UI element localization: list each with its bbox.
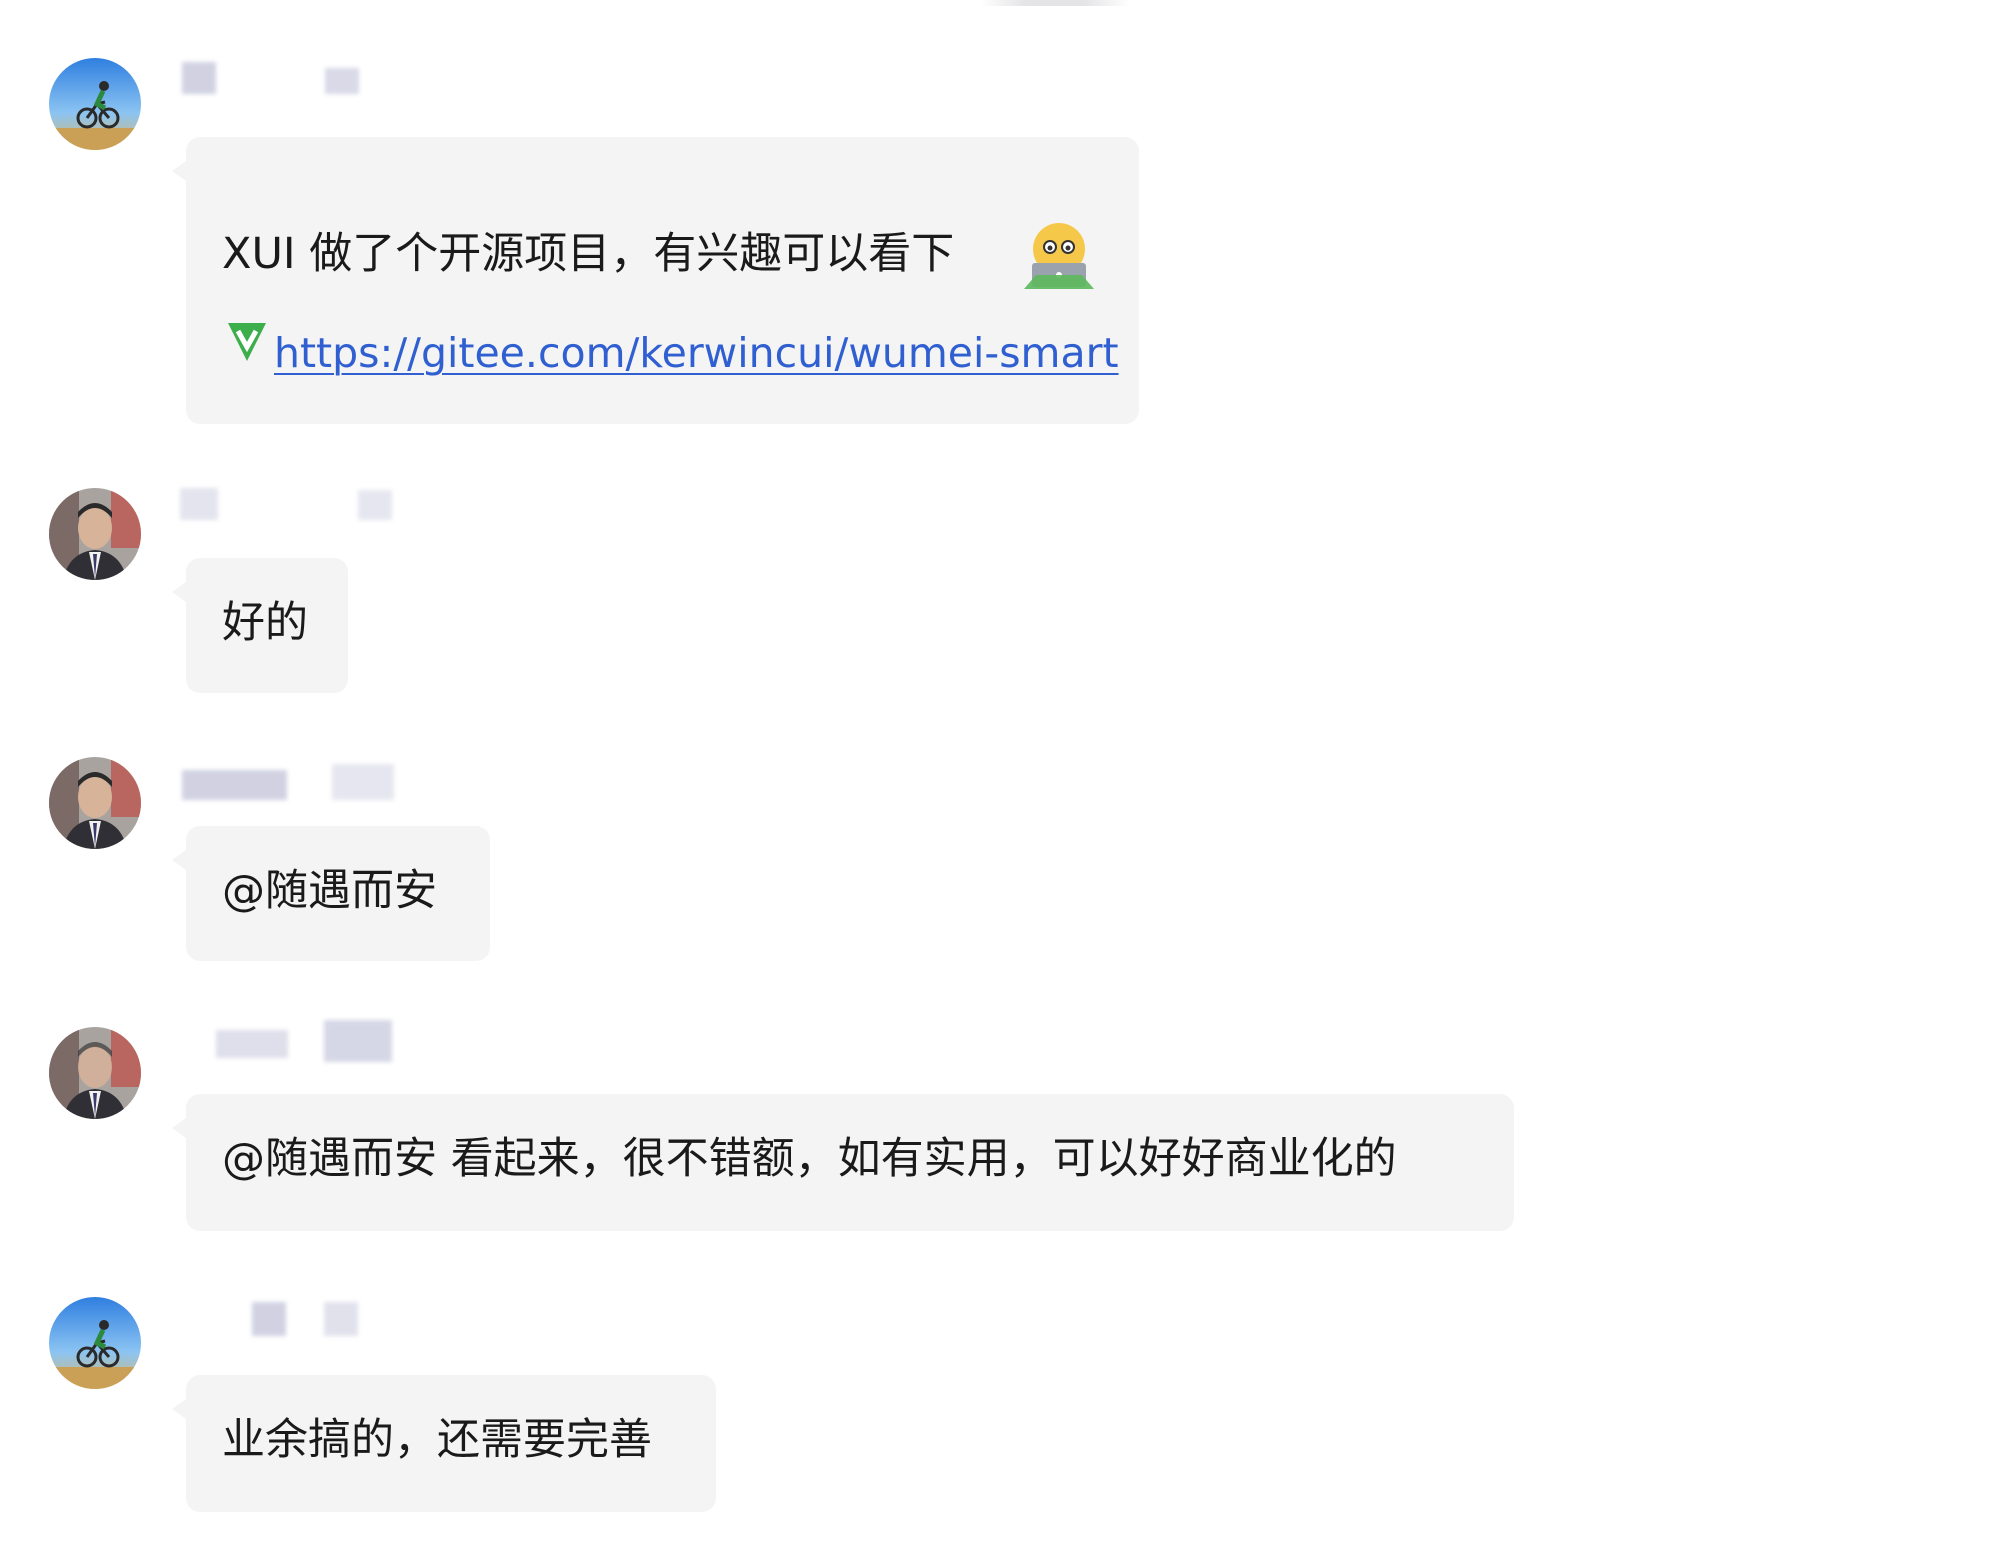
redacted-name (180, 488, 218, 520)
message-bubble[interactable]: @随遇而安 (172, 826, 490, 961)
redacted-name (325, 68, 359, 94)
cyclist-avatar-icon[interactable] (49, 1297, 141, 1389)
laptop-emoji-icon (1024, 223, 1094, 289)
chat-thread: XUI 做了个开源项目，有兴趣可以看下 https://gitee.com/ke… (0, 0, 2000, 1546)
man-portrait-avatar-icon[interactable] (49, 1027, 141, 1119)
redacted-name (252, 1302, 286, 1336)
man-portrait-avatar-icon[interactable] (49, 488, 141, 580)
redacted-name (332, 764, 394, 800)
message-text: @随遇而安 (222, 866, 437, 916)
redacted-name (324, 1302, 358, 1336)
message-text: @随遇而安 看起来，很不错额，如有实用，可以好好商业化的 (222, 1134, 1397, 1184)
message-bubble[interactable]: XUI 做了个开源项目，有兴趣可以看下 https://gitee.com/ke… (172, 137, 1139, 424)
redacted-name (358, 490, 392, 520)
message-text: 好的 (222, 598, 308, 648)
cyclist-avatar-icon[interactable] (49, 58, 141, 150)
redacted-name (324, 1020, 392, 1062)
scroll-fade (980, 0, 1130, 6)
gitee-icon (228, 323, 266, 361)
redacted-name (216, 1030, 288, 1058)
message-bubble[interactable]: 好的 (172, 558, 348, 693)
message-bubble[interactable]: @随遇而安 看起来，很不错额，如有实用，可以好好商业化的 (172, 1094, 1514, 1231)
man-portrait-avatar-icon[interactable] (49, 757, 141, 849)
message-text: 业余搞的，还需要完善 (222, 1415, 652, 1465)
message-text: XUI 做了个开源项目，有兴趣可以看下 (222, 229, 955, 279)
redacted-name (182, 770, 287, 800)
message-bubble[interactable]: 业余搞的，还需要完善 (172, 1375, 716, 1512)
gitee-link[interactable]: https://gitee.com/kerwincui/wumei-smart (274, 329, 1119, 378)
redacted-name (182, 62, 216, 94)
sender-name (180, 1296, 410, 1336)
